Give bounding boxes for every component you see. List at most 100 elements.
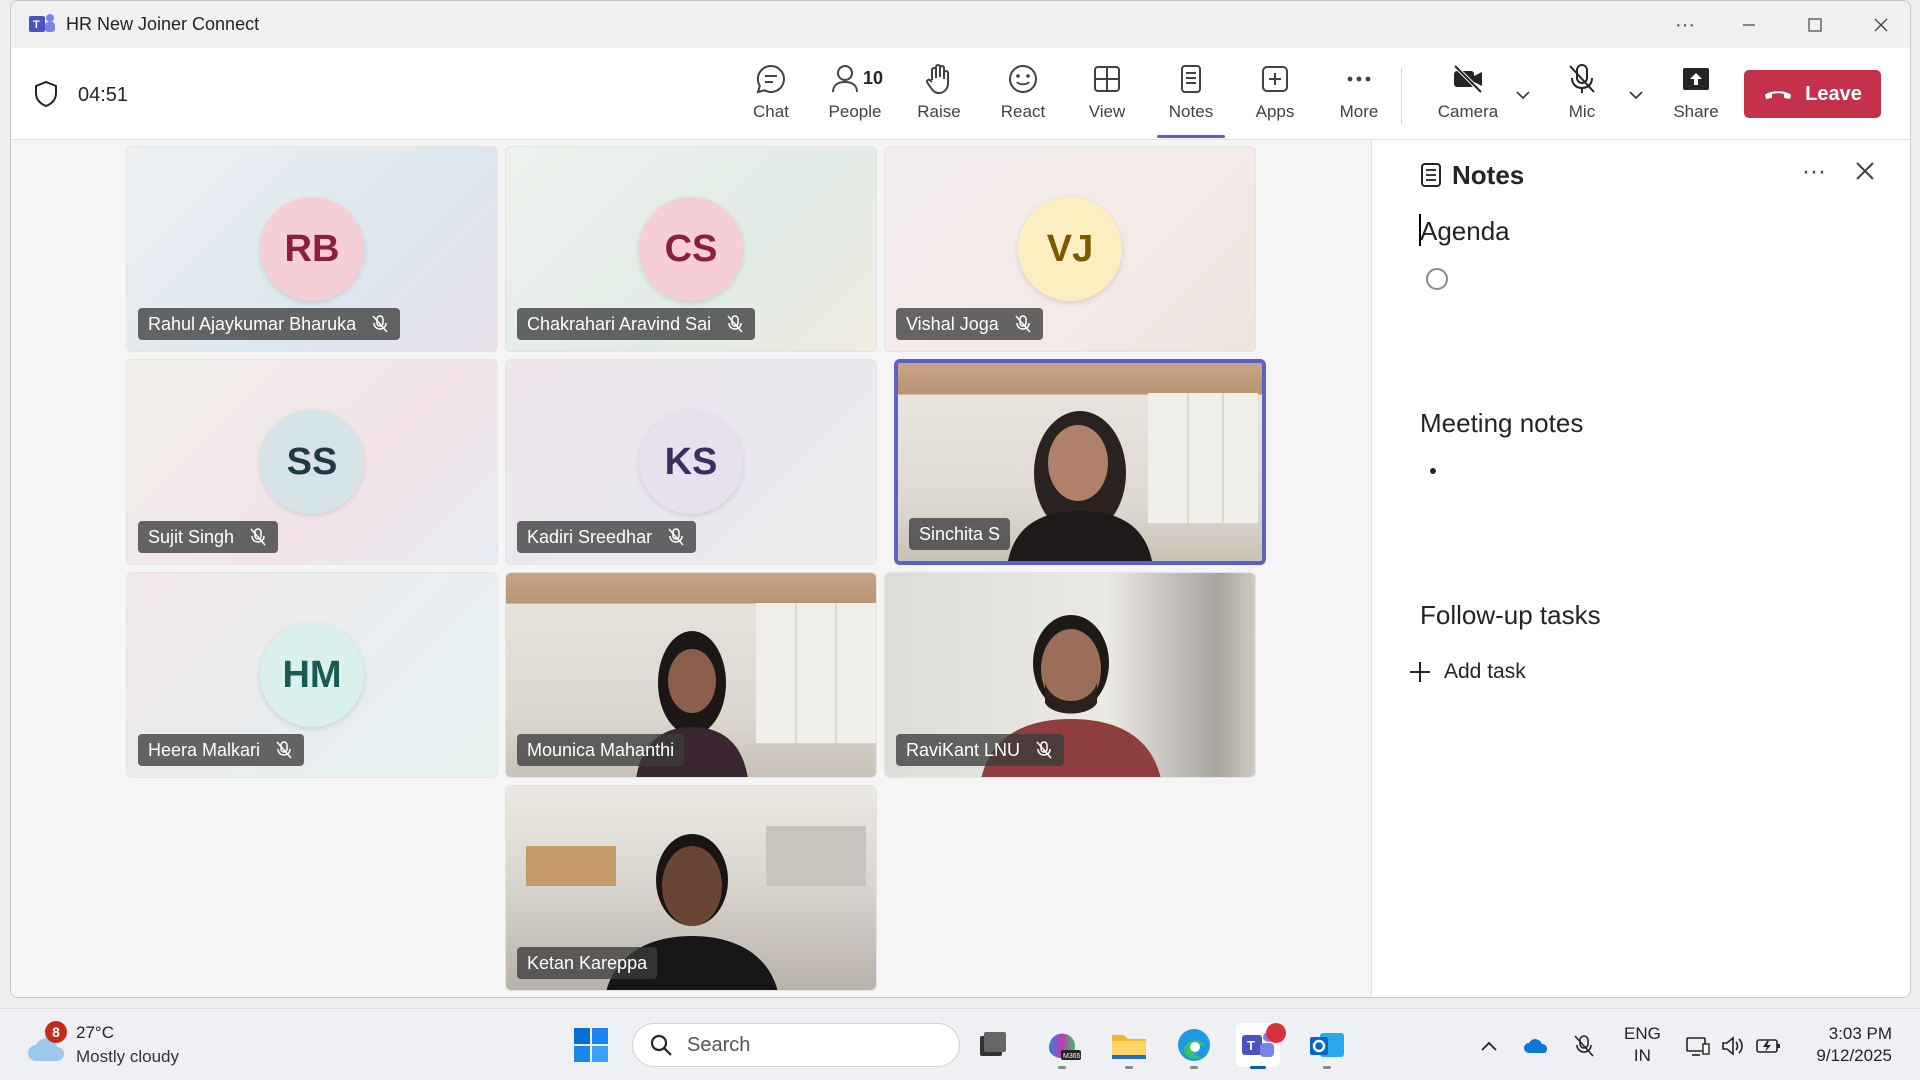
mic-off-icon: [1569, 64, 1595, 93]
battery-charging-icon[interactable]: [1754, 1031, 1784, 1061]
notes-button[interactable]: Notes: [1153, 62, 1229, 138]
participant-video-tile[interactable]: RaviKant LNU: [884, 572, 1256, 778]
volume-icon[interactable]: [1718, 1031, 1748, 1061]
running-indicator: [1323, 1066, 1331, 1069]
weather-alert-badge: 8: [45, 1021, 67, 1043]
add-task-button[interactable]: Add task: [1408, 660, 1526, 684]
participant-name: Heera Malkari: [148, 739, 261, 760]
onedrive-icon[interactable]: [1522, 1031, 1552, 1061]
apps-button[interactable]: Apps: [1237, 62, 1313, 132]
participant-tile[interactable]: VJ Vishal Joga: [884, 146, 1256, 352]
mic-muted-icon: [372, 315, 388, 333]
notes-bullet[interactable]: [1430, 468, 1436, 474]
avatar: SS: [260, 410, 364, 514]
react-button[interactable]: React: [985, 62, 1061, 132]
svg-text:T: T: [33, 19, 40, 31]
share-label: Share: [1673, 102, 1719, 121]
close-icon[interactable]: [1854, 160, 1876, 182]
mic-options-chevron-icon[interactable]: [1621, 80, 1651, 110]
view-button[interactable]: View: [1069, 62, 1145, 132]
taskbar-search[interactable]: Search: [632, 1023, 960, 1067]
chevron-up-icon[interactable]: [1474, 1031, 1504, 1061]
window-title: HR New Joiner Connect: [66, 14, 260, 34]
language-code: ENG: [1624, 1024, 1661, 1043]
camera-label: Camera: [1437, 102, 1499, 121]
participant-tile[interactable]: CS Chakrahari Aravind Sai: [505, 146, 877, 352]
mic-muted-icon: [1036, 741, 1052, 759]
weather-description[interactable]: Mostly cloudy: [76, 1047, 179, 1067]
participant-name: Sujit Singh: [148, 526, 235, 547]
mic-button[interactable]: Mic: [1544, 62, 1620, 132]
minimize-button[interactable]: [1727, 9, 1771, 41]
windows-taskbar: 8 27°C Mostly cloudy Search M365 T ENG I…: [0, 1008, 1920, 1080]
windows-start-icon[interactable]: [573, 1027, 609, 1063]
raise-hand-button[interactable]: Raise: [901, 62, 977, 132]
leave-label: Leave: [1805, 82, 1862, 105]
participant-name: Vishal Joga: [906, 313, 999, 334]
title-bar: T HR New Joiner Connect ···: [11, 1, 1910, 48]
view-label: View: [1088, 102, 1126, 121]
meeting-notes-heading[interactable]: Meeting notes: [1420, 408, 1583, 439]
participant-name-tag: RaviKant LNU: [896, 734, 1065, 766]
hang-up-icon: [1765, 91, 1792, 99]
mic-muted-icon: [276, 741, 292, 759]
mic-muted-tray-icon[interactable]: [1569, 1031, 1599, 1061]
input-language-indicator[interactable]: ENG IN: [1624, 1023, 1661, 1067]
network-icon[interactable]: [1683, 1031, 1713, 1061]
participant-tile[interactable]: HM Heera Malkari: [126, 572, 498, 778]
people-button[interactable]: 10 People: [817, 62, 893, 132]
outlook-icon[interactable]: [1305, 1023, 1349, 1069]
avatar: RB: [260, 197, 364, 301]
chat-button[interactable]: Chat: [733, 62, 809, 132]
file-explorer-icon[interactable]: [1107, 1023, 1151, 1069]
more-button[interactable]: More: [1321, 62, 1397, 132]
maximize-button[interactable]: [1793, 9, 1837, 41]
edge-browser-icon[interactable]: [1172, 1023, 1216, 1069]
people-label: People: [828, 102, 882, 121]
camera-button[interactable]: Camera: [1430, 62, 1506, 132]
participant-tile[interactable]: SS Sujit Singh: [126, 359, 498, 565]
agenda-item-checkbox[interactable]: [1426, 268, 1448, 290]
running-indicator: [1058, 1066, 1066, 1069]
search-placeholder: Search: [687, 1033, 751, 1056]
mic-label: Mic: [1568, 102, 1596, 121]
participant-video-tile[interactable]: Ketan Kareppa: [505, 785, 877, 991]
shield-icon: [35, 80, 57, 108]
clock-time: 3:03 PM: [1828, 1024, 1892, 1043]
close-window-button[interactable]: [1859, 9, 1903, 41]
running-indicator: [1250, 1066, 1266, 1069]
camera-options-chevron-icon[interactable]: [1508, 80, 1538, 110]
window-more-icon[interactable]: ···: [1663, 9, 1707, 41]
follow-up-heading[interactable]: Follow-up tasks: [1420, 600, 1601, 631]
task-view-icon[interactable]: [970, 1023, 1014, 1067]
chat-label: Chat: [753, 102, 789, 121]
system-clock[interactable]: 3:03 PM 9/12/2025: [1806, 1023, 1892, 1067]
agenda-heading[interactable]: Agenda: [1420, 216, 1510, 247]
participant-tile[interactable]: KS Kadiri Sreedhar: [505, 359, 877, 565]
search-icon: [650, 1034, 672, 1056]
participant-video-tile[interactable]: Sinchita S: [894, 359, 1266, 565]
m365-copilot-icon[interactable]: M365: [1040, 1023, 1084, 1069]
participant-name-tag: Heera Malkari: [138, 734, 305, 766]
notes-more-icon[interactable]: ···: [1802, 158, 1826, 186]
running-indicator: [1125, 1066, 1133, 1069]
participant-tile[interactable]: RB Rahul Ajaykumar Bharuka: [126, 146, 498, 352]
people-icon: [832, 65, 858, 93]
toolbar-divider: [1401, 68, 1402, 124]
weather-temperature[interactable]: 27°C: [76, 1023, 114, 1043]
leave-button[interactable]: Leave: [1744, 70, 1881, 118]
share-button[interactable]: Share: [1658, 62, 1734, 132]
notes-icon: [1421, 163, 1441, 187]
participant-video-tile[interactable]: Mounica Mahanthi: [505, 572, 877, 778]
hand-icon: [926, 64, 949, 95]
avatar: HM: [260, 623, 364, 727]
mic-muted-icon: [727, 315, 743, 333]
teams-taskbar-icon[interactable]: T: [1236, 1023, 1286, 1069]
chat-icon: [756, 64, 785, 94]
participant-name: Chakrahari Aravind Sai: [527, 313, 712, 334]
notes-label: Notes: [1168, 102, 1214, 121]
mic-muted-icon: [1015, 315, 1031, 333]
add-task-label: Add task: [1444, 660, 1526, 683]
notes-panel-title: Notes: [1452, 160, 1525, 190]
teams-meeting-window: T HR New Joiner Connect ··· 04:51 Chat 1…: [10, 0, 1911, 998]
